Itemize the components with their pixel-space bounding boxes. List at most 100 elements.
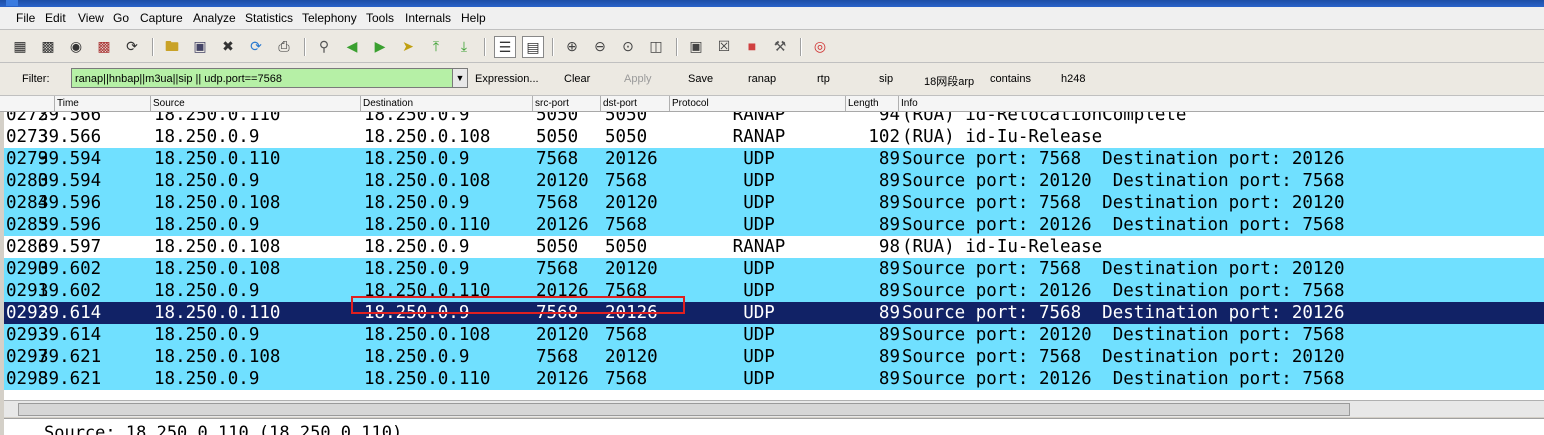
detail-line[interactable]: Source: 18.250.0.110 (18.250.0.110) [44,422,402,435]
apply-button[interactable]: Apply [624,73,652,85]
column-length[interactable]: Length [845,96,898,111]
go-first-icon[interactable]: ⤒ [426,36,446,56]
normal-size-icon[interactable]: ⊙ [618,36,638,56]
save-file-icon[interactable]: ▣ [190,36,210,56]
save-filter-button[interactable]: Save [688,73,713,85]
packet-row[interactable]: 0290 39.602 18.250.0.108 18.250.0.9 7568 2012… [4,258,1544,280]
packet-row[interactable]: 0272 39.566 18.250.0.110 18.250.0.9 5050 5050… [4,112,1544,126]
menu-telephony[interactable]: Telephony [302,11,357,25]
go-back-icon[interactable]: ◀ [342,36,362,56]
display-filters-icon[interactable]: ☒ [714,36,734,56]
packet-src-port: 20126 [536,369,589,389]
menu-internals[interactable]: Internals [405,11,451,25]
go-last-icon[interactable]: ⤓ [454,36,474,56]
packet-details-pane[interactable]: Source: 18.250.0.110 (18.250.0.110) [4,418,1544,435]
go-forward-icon[interactable]: ▶ [370,36,390,56]
interface-list-icon[interactable]: ▦ [10,36,30,56]
packet-row[interactable]: 0291 39.602 18.250.0.9 18.250.0.110 20126 756… [4,280,1544,302]
print-icon[interactable]: ⎙ [274,36,294,56]
open-file-icon[interactable]: 🖿 [162,36,182,56]
packet-row[interactable]: 0273 39.566 18.250.0.9 18.250.0.108 5050 5050… [4,126,1544,148]
column-no[interactable] [4,96,54,111]
packet-list[interactable]: 0272 39.566 18.250.0.110 18.250.0.9 5050 5050… [4,112,1544,402]
packet-source: 18.250.0.108 [154,259,281,279]
coloring-rules-icon[interactable]: ■ [742,36,762,56]
packet-row[interactable]: 0279 39.594 18.250.0.110 18.250.0.9 7568 2012… [4,148,1544,170]
go-to-packet-icon[interactable]: ➤ [398,36,418,56]
capture-filters-icon[interactable]: ▣ [686,36,706,56]
packet-source: 18.250.0.108 [154,193,281,213]
menu-view[interactable]: View [78,11,104,25]
packet-dst-port: 7568 [605,171,648,191]
filter-toolbar: Filter: ranap||hnbap||m3ua||sip || udp.p… [0,63,1544,96]
packet-source: 18.250.0.9 [154,127,260,147]
horizontal-scrollbar[interactable] [4,400,1544,417]
clear-button[interactable]: Clear [564,73,590,85]
scrollbar-thumb[interactable] [18,403,1350,416]
packet-row[interactable]: 0298 39.621 18.250.0.9 18.250.0.110 20126 756… [4,368,1544,390]
packet-protocol: UDP [743,303,775,323]
packet-row[interactable]: 0286 39.597 18.250.0.108 18.250.0.9 5050 5050… [4,236,1544,258]
packet-time: 39.566 [38,112,102,125]
stop-capture-icon[interactable]: ▩ [94,36,114,56]
packet-source: 18.250.0.108 [154,347,281,367]
help-icon[interactable]: ◎ [810,36,830,56]
packet-destination: 18.250.0.110 [364,369,491,389]
column-source[interactable]: Source [150,96,360,111]
rtp-filter-button[interactable]: rtp [817,73,830,85]
packet-info: Source port: 7568 Destination port: 2012… [902,347,1345,367]
reload-icon[interactable]: ⟳ [246,36,266,56]
packet-info: (RUA) id-Iu-Release [902,237,1103,257]
packet-row[interactable]: 0297 39.621 18.250.0.108 18.250.0.9 7568 2012… [4,346,1544,368]
menu-edit[interactable]: Edit [45,11,66,25]
column-destination[interactable]: Destination [360,96,532,111]
net18arp-filter-button[interactable]: 18网段arp [924,73,974,89]
packet-info: (RUA) id-RelocationComplete [902,112,1187,125]
column-dst-port[interactable]: dst-port [600,96,669,111]
app-icon [6,0,18,6]
packet-source: 18.250.0.110 [154,149,281,169]
colorize-icon[interactable]: ☰ [494,36,516,58]
packet-row[interactable]: 0285 39.596 18.250.0.9 18.250.0.110 20126 756… [4,214,1544,236]
capture-options-icon[interactable]: ▩ [38,36,58,56]
packet-row[interactable]: 0292 39.614 18.250.0.110 18.250.0.9 7568 2012… [4,302,1544,324]
menu-tools[interactable]: Tools [366,11,394,25]
zoom-in-icon[interactable]: ⊕ [562,36,582,56]
menu-analyze[interactable]: Analyze [193,11,236,25]
resize-columns-icon[interactable]: ◫ [646,36,666,56]
column-info[interactable]: Info [898,96,1544,111]
auto-scroll-icon[interactable]: ▤ [522,36,544,58]
menu-bar: File Edit View Go Capture Analyze Statis… [0,7,1544,30]
packet-destination: 18.250.0.110 [364,215,491,235]
menu-file[interactable]: File [16,11,35,25]
find-icon[interactable]: ⚲ [314,36,334,56]
packet-protocol: UDP [743,215,775,235]
menu-help[interactable]: Help [461,11,486,25]
toolbar-separator [304,38,306,56]
sip-filter-button[interactable]: sip [879,73,893,85]
menu-capture[interactable]: Capture [140,11,183,25]
column-src-port[interactable]: src-port [532,96,600,111]
ranap-filter-button[interactable]: ranap [748,73,776,85]
packet-row[interactable]: 0284 39.596 18.250.0.108 18.250.0.9 7568 2012… [4,192,1544,214]
packet-time: 39.621 [38,347,102,367]
column-time[interactable]: Time [54,96,150,111]
toolbar-separator [152,38,154,56]
packet-length: 89 [878,369,900,389]
restart-capture-icon[interactable]: ⟳ [122,36,142,56]
menu-statistics[interactable]: Statistics [245,11,293,25]
zoom-out-icon[interactable]: ⊖ [590,36,610,56]
start-capture-icon[interactable]: ◉ [66,36,86,56]
packet-row[interactable]: 0280 39.594 18.250.0.9 18.250.0.108 20120 756… [4,170,1544,192]
preferences-icon[interactable]: ⚒ [770,36,790,56]
filter-dropdown-button[interactable]: ▼ [452,68,468,88]
packet-row[interactable]: 0293 39.614 18.250.0.9 18.250.0.108 20120 756… [4,324,1544,346]
h248-filter-button[interactable]: h248 [1061,73,1085,85]
filter-input[interactable]: ranap||hnbap||m3ua||sip || udp.port==756… [71,68,455,88]
expression-button[interactable]: Expression... [475,73,539,85]
menu-go[interactable]: Go [113,11,129,25]
packet-protocol: RANAP [732,127,786,147]
column-protocol[interactable]: Protocol [669,96,845,111]
close-file-icon[interactable]: ✖ [218,36,238,56]
contains-filter-button[interactable]: contains [990,73,1031,85]
